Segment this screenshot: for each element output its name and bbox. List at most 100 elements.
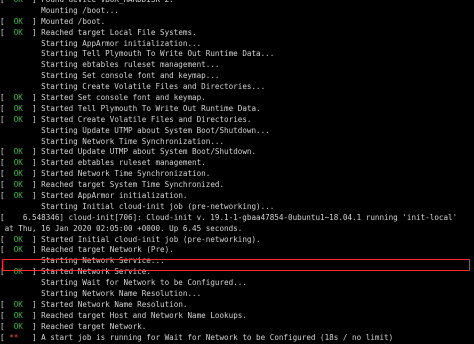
status-ok: OK xyxy=(13,27,23,37)
log-text: Reached target Local File Systems. xyxy=(41,27,197,37)
log-line: Mounting /boot... xyxy=(0,6,474,17)
status-bracket-close: ] xyxy=(22,321,42,331)
status-ok: OK xyxy=(13,147,23,157)
log-line: [ OK ] Started ebtables ruleset manageme… xyxy=(0,158,474,169)
log-line: Starting AppArmor initialization... xyxy=(0,39,474,50)
status-ok: OK xyxy=(13,191,23,201)
status-ok: OK xyxy=(13,103,23,113)
status-ok: OK xyxy=(13,245,23,255)
log-text: Starting Network Name Resolution... xyxy=(41,289,202,299)
log-line: [ OK ] Started Network Service. xyxy=(0,267,474,278)
log-text: Starting ebtables ruleset management... xyxy=(41,60,220,70)
log-text: at Thu, 16 Jan 2020 02:05:00 +0000. Up 6… xyxy=(0,223,243,233)
log-line: Starting Tell Plymouth To Write Out Runt… xyxy=(0,49,474,60)
log-line: Starting ebtables ruleset management... xyxy=(0,60,474,71)
status-bracket-open: [ xyxy=(0,158,14,168)
log-text: Reached target Network. xyxy=(41,321,147,331)
status-ok: OK xyxy=(14,0,23,4)
log-text: Starting Set console font and keymap... xyxy=(41,71,220,81)
log-text: Started Update UTMP about System Boot/Sh… xyxy=(41,147,257,157)
status-ok: OK xyxy=(13,321,23,331)
log-line: [ OK ] Mounted /boot. xyxy=(0,17,474,28)
pending-job-text: A start job is running for Wait for Netw… xyxy=(41,332,394,342)
log-line: at Thu, 16 Jan 2020 02:05:00 +0000. Up 6… xyxy=(0,224,474,235)
status-bracket-open: [ xyxy=(0,147,14,157)
log-text: Started ebtables ruleset management. xyxy=(41,158,206,168)
status-bracket-close: ] xyxy=(22,299,42,309)
log-text: Reached target Network (Pre). xyxy=(41,245,174,255)
status-bracket-open: [ xyxy=(0,245,14,255)
status-bracket-close: ] xyxy=(22,169,42,179)
log-text: Starting Wait for Network to be Configur… xyxy=(41,278,247,288)
log-text: Found device VBOX_HARDDISK 2. xyxy=(41,0,174,4)
log-line: Starting Create Volatile Files and Direc… xyxy=(0,82,474,93)
status-bracket-open: [ xyxy=(0,267,14,277)
log-line: Starting Wait for Network to be Configur… xyxy=(0,278,474,289)
status-ok: OK xyxy=(13,16,23,26)
log-line: [ OK ] Started AppArmor initialization. xyxy=(0,191,474,202)
status-bracket-open: [ xyxy=(0,103,14,113)
status-bracket-close: ] xyxy=(22,27,42,37)
log-line: [ OK ] Started Create Volatile Files and… xyxy=(0,115,474,126)
pending-job-line: [ ** ] A start job is running for Wait f… xyxy=(0,333,474,344)
status-ok: OK xyxy=(13,114,23,124)
log-text: Started Set console font and keymap. xyxy=(41,93,206,103)
status-ok: OK xyxy=(13,234,23,244)
log-text: Starting Network Time Synchronization... xyxy=(41,136,225,146)
log-text: Mounted /boot. xyxy=(41,16,106,26)
log-line: [ OK ] Reached target Local File Systems… xyxy=(0,28,474,39)
status-bracket-close: ] xyxy=(18,332,42,342)
log-line: [ 6.548346] cloud-init[706]: Cloud-init … xyxy=(0,213,474,224)
status-bracket-open: [ xyxy=(0,321,14,331)
log-line: [ OK ] Reached target Network (Pre). xyxy=(0,245,474,256)
log-text: [ 6.548346] cloud-init[706]: Cloud-init … xyxy=(0,212,458,222)
log-text: Starting Network Service... xyxy=(41,256,165,266)
log-text: Starting Update UTMP about System Boot/S… xyxy=(41,125,270,135)
status-bracket-close: ] xyxy=(22,191,42,201)
status-running: ** xyxy=(4,332,19,342)
status-bracket-open: [ xyxy=(0,180,14,190)
log-line: [ OK ] Started Update UTMP about System … xyxy=(0,147,474,158)
log-text: Started Create Volatile Files and Direct… xyxy=(41,114,252,124)
log-line: [ OK ] Reached target Network. xyxy=(0,322,474,333)
status-ok: OK xyxy=(13,267,23,277)
log-line: [ OK ] Reached target Host and Network N… xyxy=(0,311,474,322)
status-bracket-open: [ xyxy=(0,234,14,244)
log-text: Starting AppArmor initialization... xyxy=(41,38,202,48)
status-bracket-close: ] xyxy=(22,93,42,103)
log-text: Reached target Host and Network Name Loo… xyxy=(41,310,247,320)
log-text: Mounting /boot... xyxy=(41,5,119,15)
boot-console: [ OK ] Found device VBOX_HARDDISK 2. Mou… xyxy=(0,0,474,344)
log-text: Starting Create Volatile Files and Direc… xyxy=(41,82,266,92)
status-ok: OK xyxy=(13,158,23,168)
status-bracket-open: [ xyxy=(0,169,14,179)
log-line: [ OK ] Started Tell Plymouth To Write Ou… xyxy=(0,104,474,115)
log-line: [ OK ] Started Initial cloud-init job (p… xyxy=(0,235,474,246)
log-text: Started Initial cloud-init job (pre-netw… xyxy=(41,234,261,244)
status-bracket-close: ] xyxy=(22,147,42,157)
log-line: Starting Network Name Resolution... xyxy=(0,289,474,300)
log-line: Starting Set console font and keymap... xyxy=(0,71,474,82)
log-text: Starting Tell Plymouth To Write Out Runt… xyxy=(41,49,275,59)
status-ok: OK xyxy=(13,93,23,103)
log-line: Starting Network Time Synchronization... xyxy=(0,137,474,148)
log-line: [ OK ] Started Set console font and keym… xyxy=(0,93,474,104)
status-bracket-close: ] xyxy=(23,0,41,4)
log-text: Started AppArmor initialization. xyxy=(41,191,188,201)
log-text: Started Tell Plymouth To Write Out Runti… xyxy=(41,103,261,113)
status-bracket-close: ] xyxy=(22,267,42,277)
status-bracket-close: ] xyxy=(22,180,42,190)
log-text: Started Network Service. xyxy=(41,267,151,277)
status-bracket-close: ] xyxy=(22,114,42,124)
log-text: Starting Initial cloud-init job (pre-net… xyxy=(41,201,275,211)
status-bracket-open: [ xyxy=(0,16,14,26)
status-ok: OK xyxy=(13,310,23,320)
status-ok: OK xyxy=(13,299,23,309)
status-bracket-open: [ xyxy=(0,310,14,320)
log-line: [ OK ] Started Network Time Synchronizat… xyxy=(0,169,474,180)
status-bracket-open: [ xyxy=(0,93,14,103)
status-bracket-close: ] xyxy=(22,245,42,255)
status-bracket-close: ] xyxy=(22,16,42,26)
status-bracket-open: [ xyxy=(0,114,14,124)
status-ok: OK xyxy=(13,169,23,179)
